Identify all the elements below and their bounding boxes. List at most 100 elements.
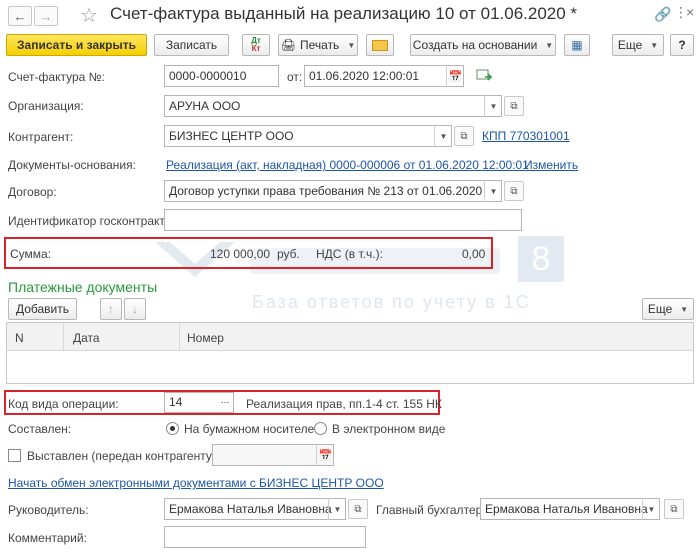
move-down-button[interactable]: ↓ — [124, 298, 146, 320]
composed-electronic-label[interactable]: В электронном виде — [332, 422, 445, 436]
open-window-icon: ⧉ — [354, 503, 362, 515]
gov-contract-id-field[interactable] — [164, 209, 522, 231]
open-window-icon: ⧉ — [670, 503, 678, 515]
chevron-down-icon[interactable]: ▼ — [328, 498, 346, 520]
chief-accountant-label: Главный бухгалтер: — [376, 503, 486, 517]
calendar-icon[interactable]: 📅 — [446, 65, 464, 87]
chevron-down-icon[interactable]: ▼ — [434, 125, 452, 147]
print-button[interactable]: 🖨 Печать ▼ — [278, 34, 358, 56]
base-document-link[interactable]: Реализация (акт, накладная) 0000-000006 … — [166, 158, 529, 172]
payments-table[interactable]: N Дата Номер — [6, 322, 694, 384]
create-based-label: Создать на основании — [412, 38, 538, 52]
date-label: от: — [287, 70, 303, 84]
save-button[interactable]: Записать — [154, 34, 229, 56]
operation-code-label: Код вида операции: — [8, 397, 119, 411]
head-field[interactable]: Ермакова Наталья Ивановна — [164, 498, 346, 520]
email-button[interactable] — [366, 34, 394, 56]
start-edo-exchange-link[interactable]: Начать обмен электронными документами с … — [8, 476, 384, 490]
counterparty-field[interactable]: БИЗНЕС ЦЕНТР ООО — [164, 125, 452, 147]
forward-button[interactable]: → — [34, 6, 58, 26]
save-and-close-button[interactable]: Записать и закрыть — [6, 34, 147, 56]
base-documents-label: Документы-основания: — [8, 158, 136, 172]
payment-documents-title: Платежные документы — [8, 279, 158, 295]
composed-label: Составлен: — [8, 422, 72, 436]
open-window-icon: ⧉ — [460, 130, 468, 142]
kpp-link[interactable]: КПП 770301001 — [482, 129, 570, 143]
chevron-down-icon: ▼ — [347, 40, 356, 50]
chevron-down-icon[interactable]: ▼ — [484, 95, 502, 117]
create-based-button[interactable]: Создать на основании ▼ — [410, 34, 556, 56]
chief-accountant-field[interactable]: Ермакова Наталья Ивановна — [480, 498, 660, 520]
help-button[interactable]: ? — [670, 34, 694, 56]
more-button[interactable]: Еще ▼ — [612, 34, 664, 56]
issued-label[interactable]: Выставлен (передан контрагенту): — [27, 449, 219, 463]
composed-paper-radio[interactable] — [166, 422, 179, 435]
sum-label: Сумма: — [10, 247, 52, 261]
date-field[interactable]: 01.06.2020 12:00:01 — [304, 65, 464, 87]
open-chief-accountant-button[interactable]: ⧉ — [664, 499, 684, 519]
gov-contract-id-label: Идентификатор госконтракта: — [8, 214, 175, 228]
structure-button[interactable]: ▦ — [564, 34, 590, 56]
help-icon: ? — [678, 38, 686, 52]
payments-table-header — [7, 323, 693, 351]
open-head-button[interactable]: ⧉ — [348, 499, 368, 519]
more-label: Еще — [617, 38, 643, 52]
open-counterparty-button[interactable]: ⧉ — [454, 126, 474, 146]
arrow-down-icon: ↓ — [132, 302, 138, 316]
save-label: Записать — [165, 38, 218, 52]
watermark-digit: 8 — [518, 236, 564, 282]
chevron-down-icon[interactable]: ▼ — [484, 180, 502, 202]
add-payment-button[interactable]: Добавить — [8, 298, 77, 320]
organization-field[interactable]: АРУНА ООО — [164, 95, 502, 117]
vat-label: НДС (в т.ч.): — [316, 247, 383, 261]
chevron-down-icon[interactable]: ▼ — [642, 498, 660, 520]
arrow-left-icon: ← — [13, 8, 27, 24]
payments-more-button[interactable]: Еще ▼ — [642, 298, 694, 320]
open-contract-button[interactable]: ⧉ — [504, 181, 524, 201]
payments-more-label: Еще — [647, 302, 673, 316]
sum-value: 120 000,00 — [210, 247, 271, 261]
add-label: Добавить — [15, 302, 70, 316]
vat-value: 0,00 — [462, 247, 486, 261]
operation-code-select-button[interactable]: ... — [216, 395, 234, 406]
window-title: Счет-фактура выданный на реализацию 10 о… — [110, 4, 578, 23]
counterparty-label: Контрагент: — [8, 130, 74, 144]
open-window-icon: ⧉ — [510, 185, 518, 197]
save-and-close-label: Записать и закрыть — [17, 38, 136, 52]
calendar-icon[interactable]: 📅 — [316, 444, 334, 466]
open-organization-button[interactable]: ⧉ — [504, 96, 524, 116]
structure-icon: ▦ — [571, 38, 583, 52]
favorite-star-icon[interactable]: ☆ — [80, 3, 98, 28]
comment-field[interactable] — [164, 526, 366, 548]
print-label: Печать — [300, 38, 340, 52]
composed-electronic-radio[interactable] — [314, 422, 327, 435]
link-icon[interactable]: 🔗 — [654, 6, 671, 23]
invoice-number-field[interactable]: 0000-0000010 — [164, 65, 279, 87]
dt-kt-button[interactable]: Дт Кт — [242, 34, 270, 56]
issued-checkbox[interactable] — [8, 449, 21, 462]
contract-field[interactable]: Договор уступки права требования № 213 о… — [164, 180, 502, 202]
chevron-down-icon: ▼ — [680, 304, 689, 314]
envelope-icon — [372, 39, 388, 51]
open-window-icon: ⧉ — [510, 100, 518, 112]
comment-label: Комментарий: — [8, 531, 87, 545]
chevron-down-icon: ▼ — [545, 40, 554, 50]
move-up-button[interactable]: ↑ — [100, 298, 122, 320]
column-header-doc-number[interactable]: Номер — [187, 331, 224, 345]
column-header-number[interactable]: N — [15, 331, 24, 345]
sum-currency: руб. — [277, 247, 300, 261]
column-header-date[interactable]: Дата — [73, 331, 100, 345]
edo-status-icon[interactable] — [476, 68, 493, 82]
organization-label: Организация: — [8, 99, 84, 113]
close-icon[interactable]: × — [686, 4, 694, 20]
chevron-down-icon: ▼ — [650, 40, 659, 50]
operation-description: Реализация прав, пп.1-4 ст. 155 НК — [246, 397, 442, 411]
back-button[interactable]: ← — [8, 6, 32, 26]
contract-label: Договор: — [8, 185, 57, 199]
arrow-up-icon: ↑ — [108, 302, 114, 316]
composed-paper-label[interactable]: На бумажном носителе — [184, 422, 314, 436]
watermark-subtitle: База ответов по учету в 1С — [252, 292, 531, 312]
arrow-right-icon: → — [39, 8, 53, 24]
change-link[interactable]: Изменить — [524, 158, 578, 172]
printer-icon: 🖨 — [280, 38, 296, 52]
